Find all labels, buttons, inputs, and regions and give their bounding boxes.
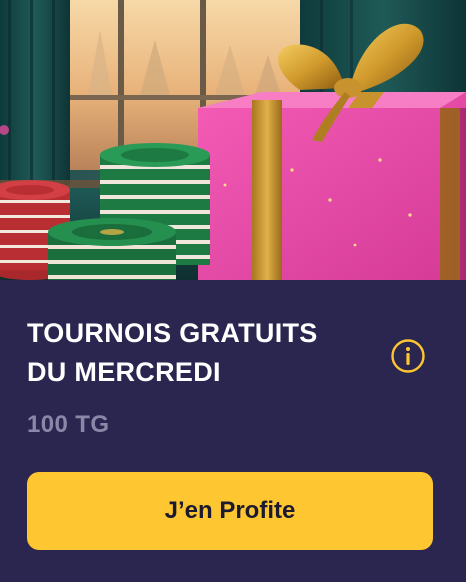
promo-content: TOURNOIS GRATUITS DU MERCREDI 100 TG J’e… xyxy=(0,280,466,582)
promo-hero-image xyxy=(0,0,466,280)
claim-offer-button[interactable]: J’en Profite xyxy=(27,472,433,550)
promo-card: TOURNOIS GRATUITS DU MERCREDI 100 TG J’e… xyxy=(0,0,466,582)
info-button[interactable] xyxy=(390,338,426,374)
promo-amount: 100 TG xyxy=(27,411,110,438)
promo-title-line-1: TOURNOIS GRATUITS xyxy=(27,318,318,348)
promo-title-line-2: DU MERCREDI xyxy=(27,357,221,387)
info-circle-icon xyxy=(391,339,425,373)
promo-title: TOURNOIS GRATUITS DU MERCREDI xyxy=(27,314,387,392)
